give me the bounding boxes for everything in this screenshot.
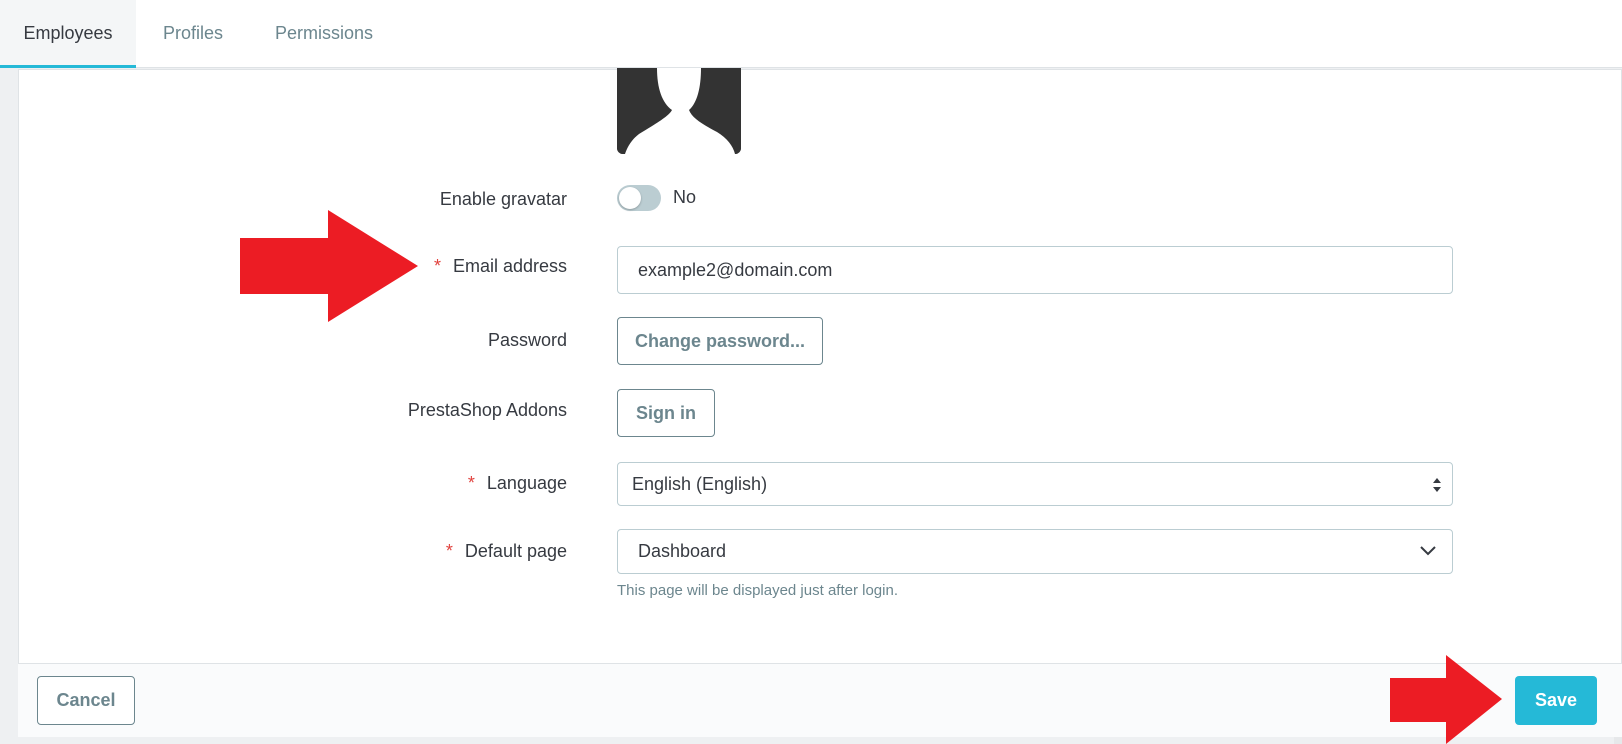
language-label-text: Language	[486, 473, 567, 493]
sort-arrows-icon	[1433, 478, 1441, 492]
gravatar-label: Enable gravatar	[439, 189, 567, 209]
default-page-label: * Default page	[446, 541, 567, 562]
default-page-label-text: Default page	[464, 541, 567, 561]
form-footer	[18, 663, 1622, 737]
default-page-select[interactable]: Dashboard	[617, 529, 1453, 574]
gravatar-toggle[interactable]	[617, 185, 661, 211]
change-password-button[interactable]: Change password...	[617, 317, 823, 365]
language-select-value: English (English)	[632, 474, 768, 494]
addons-label: PrestaShop Addons	[407, 400, 567, 420]
email-label: * Email address	[434, 256, 567, 277]
language-label: * Language	[468, 473, 567, 494]
required-mark: *	[433, 256, 441, 276]
gravatar-toggle-state: No	[673, 187, 697, 207]
password-label: Password	[487, 330, 567, 350]
email-label-text: Email address	[452, 256, 567, 276]
tab-permissions[interactable]: Permissions	[262, 0, 386, 68]
required-mark: *	[467, 473, 475, 493]
tab-employees[interactable]: Employees	[0, 0, 136, 68]
addons-sign-in-button[interactable]: Sign in	[617, 389, 715, 437]
tab-bar: Employees Profiles Permissions	[0, 0, 1622, 68]
language-select[interactable]: English (English)	[617, 462, 1453, 506]
tab-profiles[interactable]: Profiles	[150, 0, 236, 68]
default-page-help-text: This page will be displayed just after l…	[617, 582, 898, 599]
required-mark: *	[445, 541, 453, 561]
employee-form-card	[18, 69, 1622, 737]
default-page-select-value: Dashboard	[638, 541, 727, 561]
toggle-knob	[619, 187, 641, 209]
save-button[interactable]: Save	[1515, 676, 1597, 725]
annotation-arrow-icon	[1390, 655, 1502, 744]
chevron-down-icon	[1420, 546, 1436, 556]
email-field[interactable]: example2@domain.com	[617, 246, 1453, 294]
cancel-button[interactable]: Cancel	[37, 676, 135, 725]
default-avatar-icon	[617, 68, 741, 154]
avatar	[617, 68, 741, 154]
annotation-arrow-icon	[240, 210, 418, 322]
